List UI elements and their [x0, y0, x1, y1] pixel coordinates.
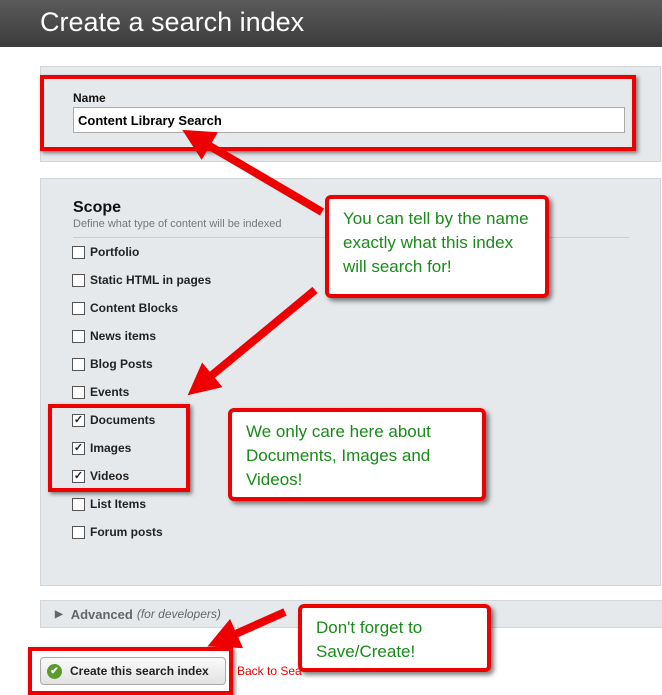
callout-scope: We only care here about Documents, Image… [228, 408, 486, 501]
arrow-to-button [207, 608, 287, 649]
callout-save: Don't forget to Save/Create! [298, 604, 491, 672]
arrow-to-name [182, 129, 325, 216]
arrow-to-checkboxes [187, 286, 318, 396]
annotation-arrows [182, 129, 325, 649]
callout-name: You can tell by the name exactly what th… [325, 195, 549, 298]
